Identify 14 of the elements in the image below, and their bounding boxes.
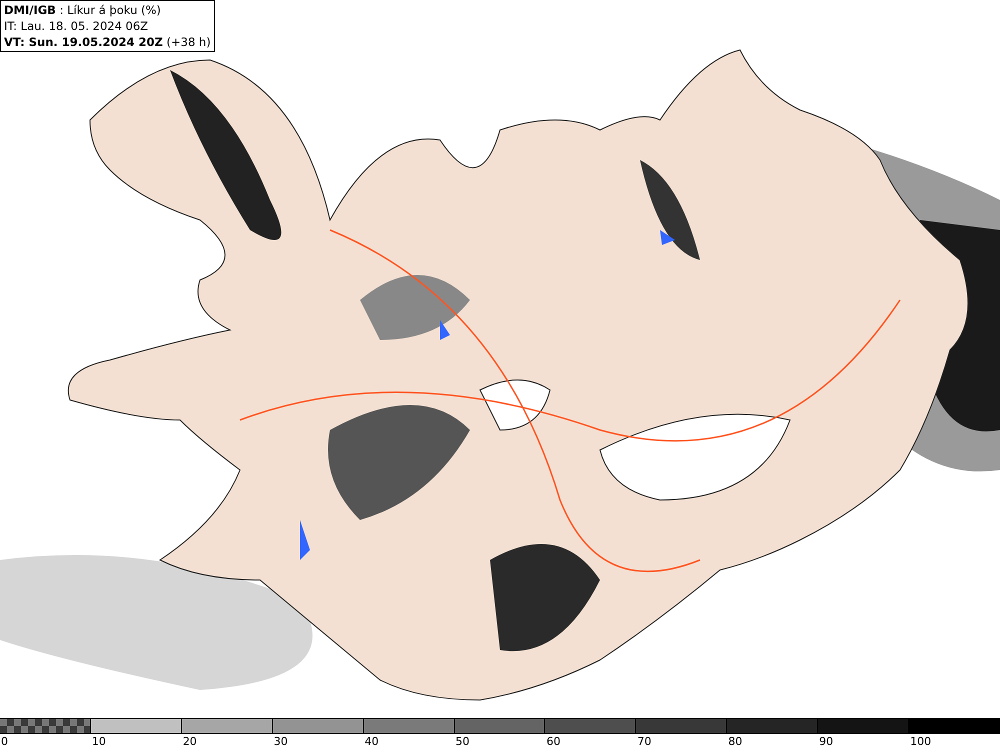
legend-label: 10 xyxy=(90,735,106,748)
issue-time: IT: Lau. 18. 05. 2024 06Z xyxy=(4,18,150,34)
legend-label: 50 xyxy=(454,735,470,748)
legend-label: 20 xyxy=(182,735,197,748)
legend-label: 0 xyxy=(0,735,8,748)
valid-time: VT: Sun. 19.05.2024 20Z (+38 h) xyxy=(4,34,211,50)
legend-label: 100 xyxy=(909,735,932,748)
legend-label: 60 xyxy=(545,735,560,748)
legend-label: 90 xyxy=(818,735,834,748)
legend-label: 80 xyxy=(727,735,742,748)
product-title: DMI/IGB : Líkur á þoku (%) xyxy=(4,2,162,18)
legend-label: 40 xyxy=(364,735,379,748)
legend-label: 30 xyxy=(272,735,288,748)
legend-label: 70 xyxy=(636,735,652,748)
